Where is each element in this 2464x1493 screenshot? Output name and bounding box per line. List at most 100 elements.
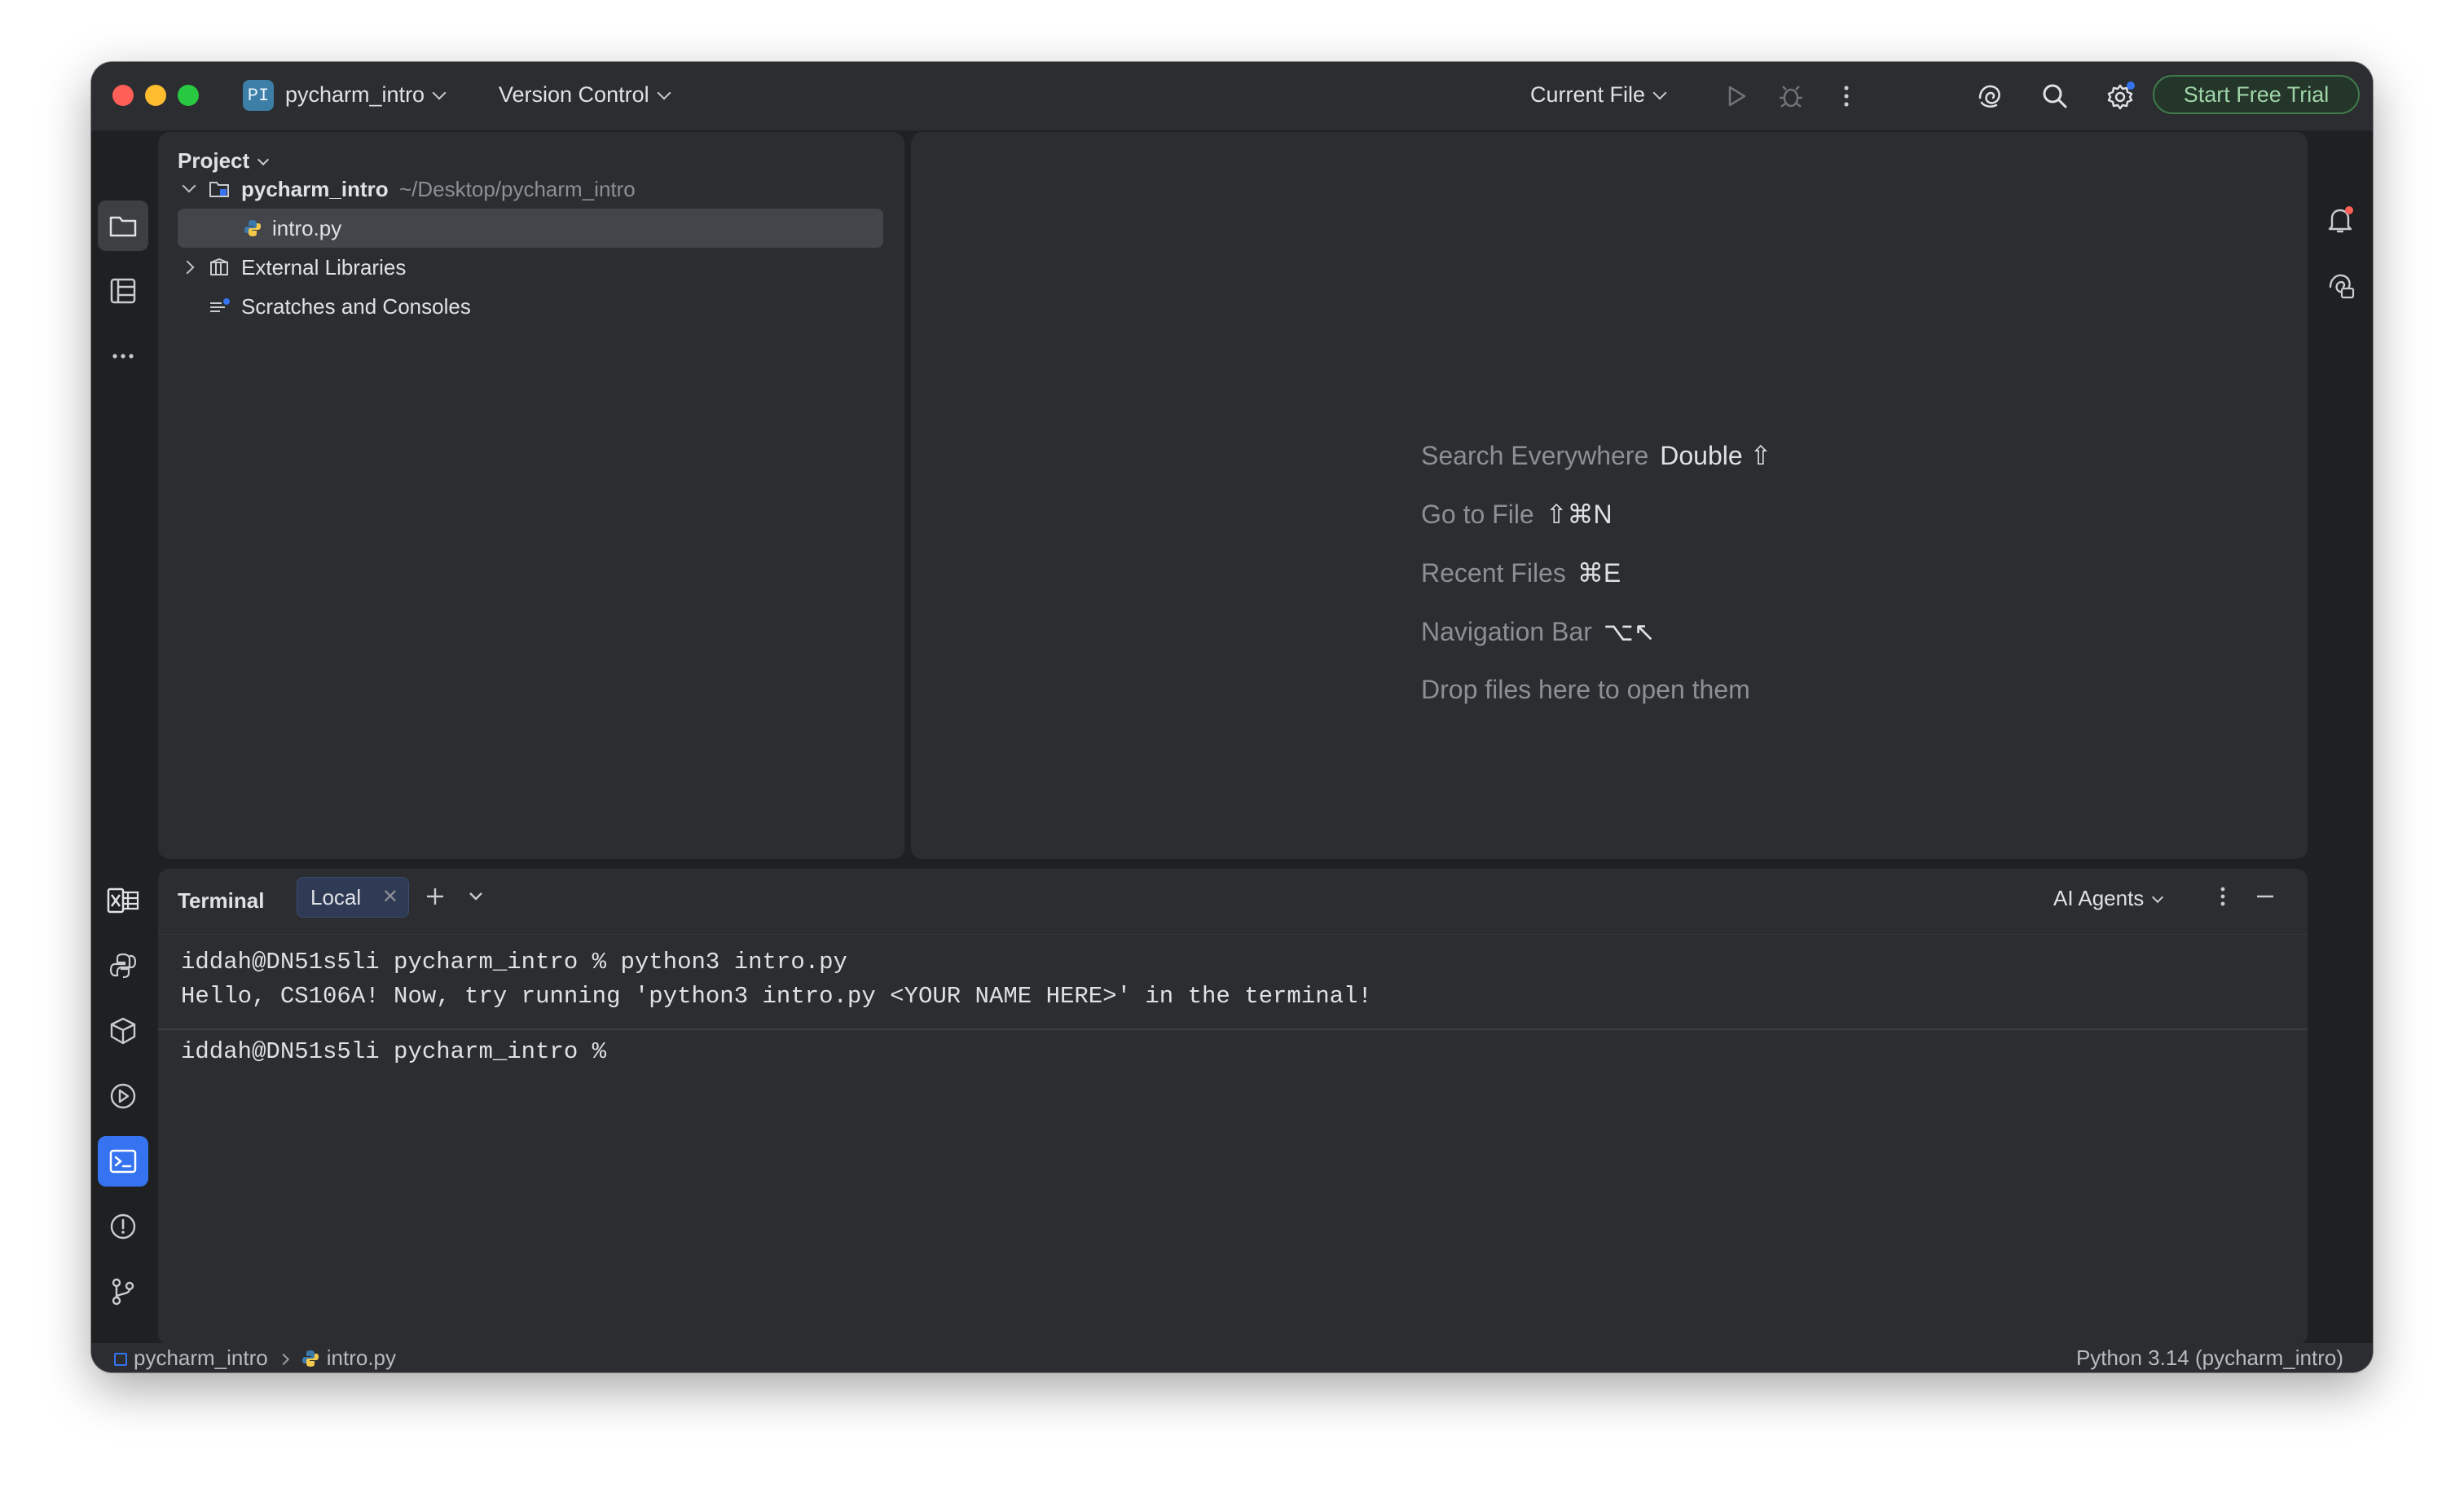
title-bar: PI pycharm_intro Version Control Current… [91,62,2373,130]
terminal-prompt[interactable]: iddah@DN51s5li pycharm_intro % [181,1038,621,1065]
hint-navigation-bar: Navigation Bar ⌥↖ [1421,616,1656,647]
python-icon [109,953,137,979]
new-tab-plus-icon[interactable] [420,882,450,911]
scratches-label: Scratches and Consoles [241,294,471,319]
layers-icon [110,1017,136,1045]
terminal-icon [109,1149,137,1174]
left-tool-stripe [91,130,158,1343]
tree-item-external-libraries[interactable]: External Libraries [178,248,883,287]
run-config-selector[interactable]: Current File [1530,78,1667,111]
hint-recent-files: Recent Files ⌘E [1421,557,1621,588]
terminal-more-vertical-icon[interactable] [2208,882,2237,911]
run-icon[interactable] [1719,80,1752,112]
close-window-button[interactable] [112,85,134,106]
terminal-output-line: Hello, CS106A! Now, try running 'python3… [181,983,1372,1010]
project-switcher[interactable]: pycharm_intro [285,78,447,111]
notifications-bell-icon[interactable] [2324,204,2356,236]
chevron-down-icon [2152,891,2164,904]
terminal-tool-button[interactable] [98,1136,148,1187]
start-free-trial-button[interactable]: Start Free Trial [2153,75,2360,114]
intro-py-label: intro.py [272,216,342,240]
debug-icon[interactable] [1775,80,1807,112]
chevron-right-icon[interactable] [180,260,195,275]
spreadsheet-icon [107,887,139,914]
more-horizontal-icon [112,354,134,359]
hint-shortcut: ⇧⌘N [1545,500,1613,529]
chevron-down-icon [657,86,671,100]
hint-label: Go to File [1421,500,1534,529]
problems-icon [110,1213,136,1240]
project-badge[interactable]: PI [243,80,274,111]
scratches-icon [210,298,230,312]
tab-options-chevron-down-icon[interactable] [461,882,491,911]
external-libraries-label: External Libraries [241,255,407,280]
tree-item-intro-py[interactable]: intro.py [178,209,883,248]
python-file-icon [301,1350,319,1367]
breadcrumb-project[interactable]: pycharm_intro [134,1345,268,1370]
library-icon [210,258,228,275]
hint-shortcut: ⌥↖ [1603,617,1656,646]
tree-item-scratches[interactable]: Scratches and Consoles [178,287,883,326]
version-control-menu[interactable]: Version Control [499,78,671,111]
zoom-window-button[interactable] [178,85,199,106]
hint-shortcut: Double ⇧ [1660,441,1772,470]
module-folder-icon [209,182,229,197]
editor-empty-state: Search Everywhere Double ⇧ Go to File ⇧⌘N … [911,132,2308,859]
minimize-panel-icon[interactable] [2251,882,2280,911]
more-vertical-icon[interactable] [1830,80,1863,112]
chevron-down-icon [1652,86,1667,100]
run-config-label: Current File [1530,82,1646,107]
search-icon[interactable] [2039,80,2071,112]
root-folder-path: ~/Desktop/pycharm_intro [399,177,636,201]
terminal-tab-label: Local [310,885,362,909]
ai-chat-icon[interactable] [2324,269,2356,302]
project-tool-button[interactable] [98,200,148,251]
tree-root-pycharm-intro[interactable]: pycharm_intro ~/Desktop/pycharm_intro [178,170,883,209]
excel-tool-button[interactable] [98,875,148,926]
breadcrumb-file[interactable]: intro.py [327,1345,396,1370]
ai-agents-menu[interactable]: AI Agents [2053,882,2164,914]
status-bar: pycharm_intro intro.py Python 3.14 (pych… [91,1343,2373,1372]
interpreter-selector[interactable]: Python 3.14 (pycharm_intro) [2076,1343,2343,1372]
run-tool-button[interactable] [98,1071,148,1121]
terminal-block-separator [158,1028,2308,1030]
minimize-window-button[interactable] [145,85,166,106]
chevron-down-icon[interactable] [182,178,196,193]
chevron-down-icon [432,86,447,100]
project-tool-window: Project pycharm_intro ~/Desktop/pycharm_… [158,132,904,859]
hint-shortcut: ⌘E [1577,558,1621,588]
hint-label: Recent Files [1421,558,1566,588]
git-tool-button[interactable] [98,1266,148,1317]
chevron-down-icon [257,153,270,166]
hint-label: Search Everywhere [1421,441,1649,470]
terminal-output-line: iddah@DN51s5li pycharm_intro % python3 i… [181,949,847,976]
terminal-tab-local[interactable]: Local ✕ [297,877,409,918]
ai-agents-label: AI Agents [2053,886,2145,910]
module-icon [114,1353,127,1366]
structure-tool-button[interactable] [98,266,148,316]
ide-window: PI pycharm_intro Version Control Current… [91,62,2373,1372]
close-tab-icon[interactable]: ✕ [382,878,398,917]
root-folder-name: pycharm_intro [241,177,389,201]
python-file-icon [244,220,261,236]
right-tool-stripe [2308,130,2373,1343]
structure-icon [110,278,136,304]
hint-label: Drop files here to open them [1421,675,1750,704]
terminal-title: Terminal [178,888,265,913]
hint-label: Navigation Bar [1421,617,1592,646]
run-circle-icon [110,1083,136,1109]
project-name: pycharm_intro [285,82,425,107]
problems-tool-button[interactable] [98,1201,148,1252]
folder-icon [109,216,137,237]
version-control-label: Version Control [499,82,649,107]
python-packages-tool-button[interactable] [98,940,148,991]
git-branch-icon [112,1278,134,1306]
breadcrumb: pycharm_intro intro.py [114,1343,396,1372]
terminal-tool-window: Terminal Local ✕ AI Agents iddah@DN51s5l… [158,869,2308,1345]
services-tool-button[interactable] [98,1006,148,1056]
settings-gear-icon[interactable] [2104,80,2136,112]
ai-assistant-icon[interactable] [1973,80,2006,112]
more-tools-button[interactable] [98,331,148,381]
hint-drop-files: Drop files here to open them [1421,675,1750,705]
hint-search-everywhere: Search Everywhere Double ⇧ [1421,440,1771,471]
